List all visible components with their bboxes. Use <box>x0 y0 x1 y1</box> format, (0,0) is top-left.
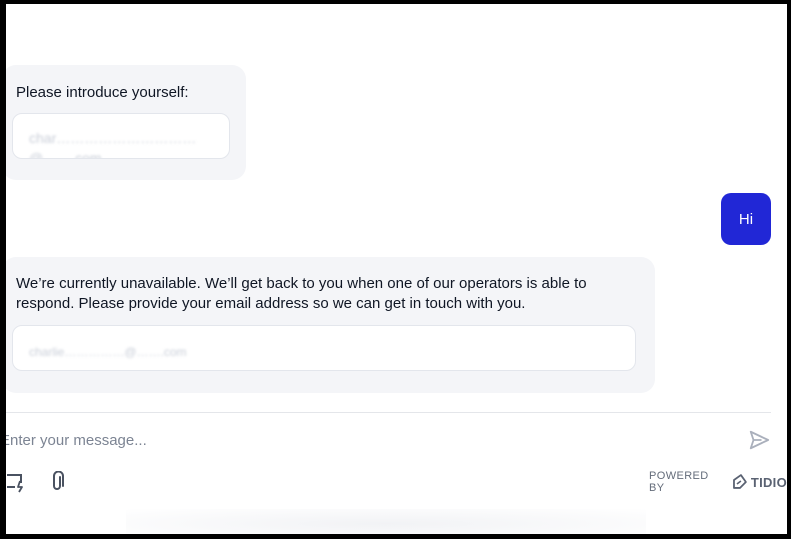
tidio-logo-icon <box>733 474 747 489</box>
tidio-brand: TIDIO <box>750 474 787 490</box>
composer <box>6 428 726 454</box>
chat-window: Please introduce yourself: char………………………… <box>0 0 791 539</box>
bot-message-introduce: Please introduce yourself: char………………………… <box>6 65 246 180</box>
field-value: char…………………………@…….com <box>29 130 197 159</box>
bot-message-text: We’re currently unavailable. We’ll get b… <box>16 275 587 312</box>
send-button[interactable] <box>748 429 770 451</box>
bottom-shadow <box>126 509 646 534</box>
quick-actions-button[interactable] <box>6 471 26 493</box>
user-message: Hi <box>721 193 771 245</box>
quick-actions-icon <box>7 474 23 493</box>
powered-by[interactable]: POWERED BY TIDIO <box>649 470 787 494</box>
paperclip-icon <box>53 470 64 490</box>
email-field[interactable]: charlie……………@…….com <box>12 325 636 371</box>
field-value: charlie……………@…….com <box>29 345 187 359</box>
attach-file-button[interactable] <box>48 470 68 493</box>
name-email-field[interactable]: char…………………………@…….com <box>12 113 230 159</box>
composer-divider <box>6 412 771 413</box>
message-input[interactable] <box>6 428 700 452</box>
bot-message-unavailable: We’re currently unavailable. We’ll get b… <box>6 257 655 393</box>
send-icon <box>749 430 770 450</box>
bot-message-text: Please introduce yourself: <box>16 84 189 101</box>
powered-by-label: POWERED BY <box>649 470 709 494</box>
